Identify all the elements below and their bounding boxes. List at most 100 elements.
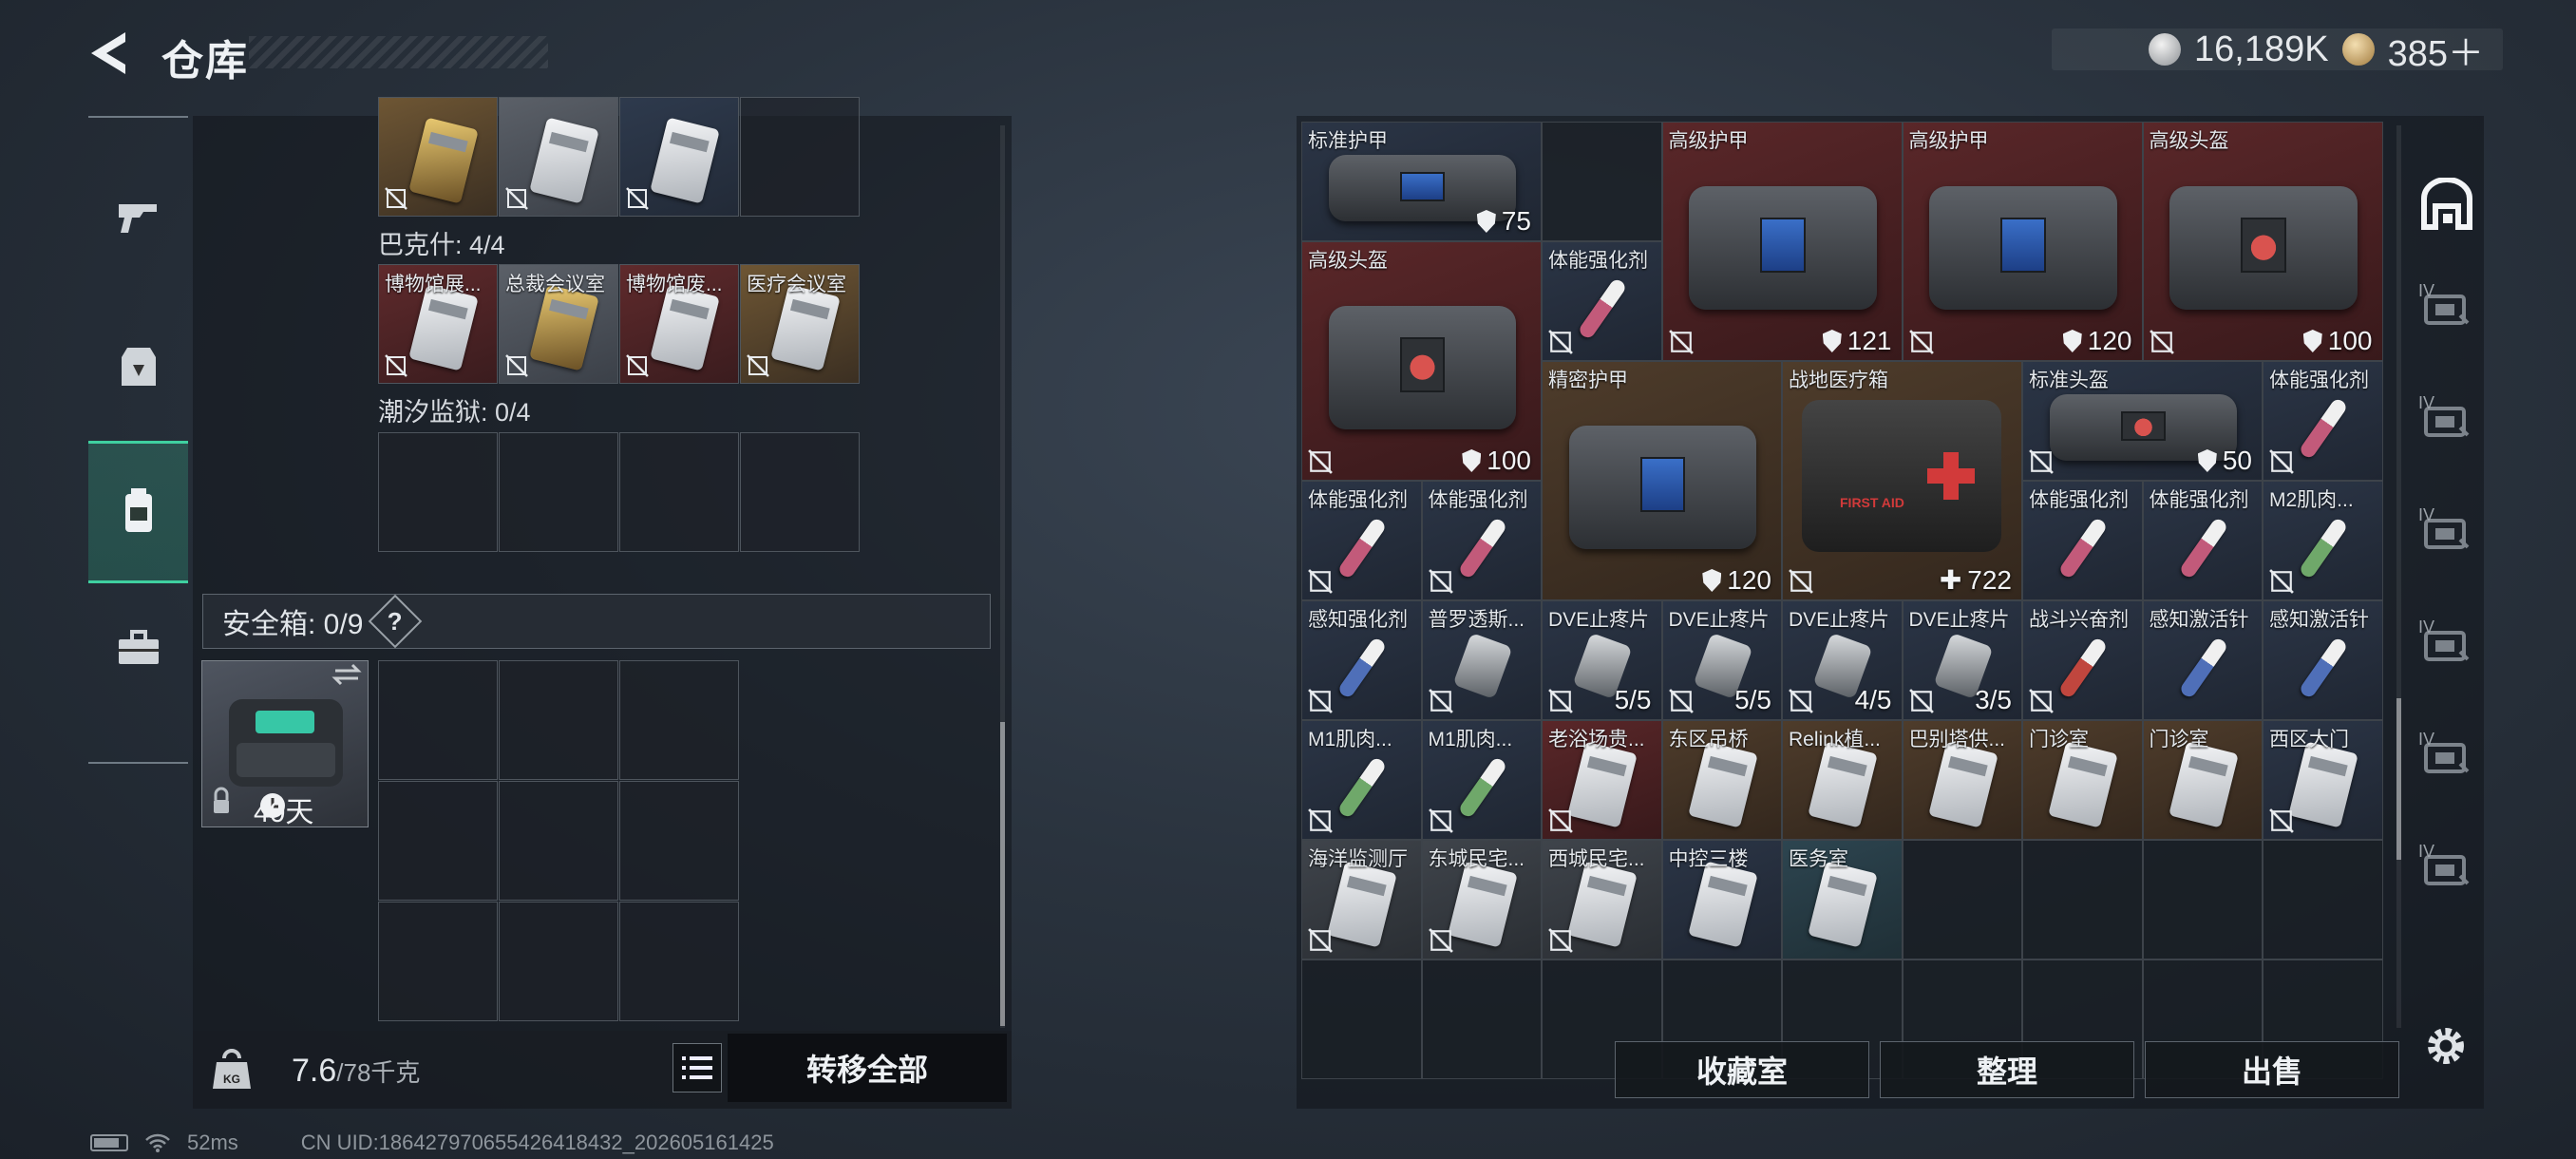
storage-item[interactable]: DVE止疼片 5/5 (1542, 600, 1662, 720)
storage-item[interactable]: 标准头盔 50 (2022, 361, 2263, 481)
storage-item[interactable]: 中控三楼 (1661, 840, 1782, 960)
nav-weapons[interactable] (88, 165, 188, 270)
right-scrollbar-thumb[interactable] (2396, 698, 2401, 860)
empty-slot[interactable] (499, 432, 618, 552)
storage-item[interactable]: 东城民宅... (1421, 840, 1542, 960)
storage-item[interactable]: 体能强化剂 (1301, 481, 1422, 600)
safebox-slot[interactable] (378, 781, 498, 901)
no-insure-icon (2029, 689, 2054, 713)
safebox-slot[interactable] (619, 902, 739, 1021)
nav-backpack[interactable] (88, 441, 188, 583)
right-scrollbar-track[interactable] (2396, 125, 2401, 1028)
storage-item[interactable]: M1肌肉... (1421, 720, 1542, 840)
left-scrollbar-thumb[interactable] (1000, 722, 1005, 1026)
sell-button[interactable]: 出售 (2145, 1041, 2399, 1098)
nav-armor[interactable] (88, 317, 188, 422)
storage-item[interactable]: 医务室 (1782, 840, 1903, 960)
storage-item[interactable]: 巴别塔供... (1902, 720, 2022, 840)
storage-item[interactable]: 体能强化剂 (2022, 481, 2143, 600)
list-view-button[interactable] (672, 1043, 722, 1092)
storage-item[interactable]: 感知激活针 (2263, 600, 2383, 720)
sort-button[interactable]: 整理 (1880, 1041, 2134, 1098)
storage-item[interactable]: 体能强化剂 (2142, 481, 2263, 600)
slot-label: 博物馆废... (626, 274, 723, 295)
empty-slot[interactable] (740, 432, 860, 552)
collection-room-button[interactable]: 收藏室 (1615, 1041, 1869, 1098)
storage-main-tab[interactable] (2413, 162, 2481, 247)
storage-item[interactable]: 东区吊桥 (1661, 720, 1782, 840)
storage-item[interactable]: 高级头盔 100 (1301, 241, 1542, 481)
storage-item[interactable]: 老浴场贵... (1542, 720, 1662, 840)
storage-item[interactable]: 体能强化剂 (1542, 241, 1662, 361)
storage-item[interactable]: Relink植... (1782, 720, 1903, 840)
item-label: 巴别塔供... (1908, 729, 2006, 750)
storage-item[interactable]: DVE止疼片 4/5 (1782, 600, 1903, 720)
empty-storage-cell[interactable] (2022, 840, 2143, 960)
storage-item[interactable]: DVE止疼片 3/5 (1902, 600, 2022, 720)
storage-item[interactable]: 普罗透斯... (1421, 600, 1542, 720)
keycard-slot[interactable] (499, 97, 618, 217)
storage-item[interactable]: 高级护甲 120 (1902, 122, 2143, 361)
storage-tab-2[interactable]: IV (2413, 378, 2481, 464)
settings-gear-icon[interactable] (2424, 1024, 2468, 1068)
storage-item[interactable]: 门诊室 (2022, 720, 2143, 840)
storage-item[interactable]: 西城民宅... (1542, 840, 1662, 960)
storage-item[interactable]: 西区大门 (2263, 720, 2383, 840)
empty-storage-cell[interactable] (1542, 122, 1662, 241)
storage-tab-3[interactable]: IV (2413, 490, 2481, 576)
transfer-all-button[interactable]: 转移全部 (728, 1034, 1007, 1102)
safebox-slot[interactable] (499, 902, 618, 1021)
keycard-slot[interactable]: 博物馆废... (619, 264, 739, 384)
storage-item[interactable]: 高级头盔 100 (2142, 122, 2383, 361)
safebox-slot[interactable] (619, 660, 739, 780)
storage-item[interactable]: FIRST AID 战地医疗箱 ✚ 722 (1782, 361, 2022, 600)
storage-item[interactable]: 精密护甲 120 (1542, 361, 1782, 600)
storage-tab-6[interactable]: IV (2413, 826, 2481, 912)
keycard-slot[interactable]: 医疗会议室 (740, 264, 860, 384)
storage-item[interactable]: 标准护甲 75 (1301, 122, 1542, 241)
keycard-slot[interactable] (740, 97, 860, 217)
safebox-slot[interactable] (619, 781, 739, 901)
empty-storage-cell[interactable] (1421, 960, 1542, 1079)
storage-item[interactable]: 海洋监测厅 (1301, 840, 1422, 960)
storage-item[interactable]: 感知激活针 (2142, 600, 2263, 720)
storage-item[interactable]: 体能强化剂 (2263, 361, 2383, 481)
keycard-slot[interactable]: 博物馆展... (378, 264, 498, 384)
storage-item[interactable]: M1肌肉... (1301, 720, 1422, 840)
no-insure-icon (2029, 449, 2054, 474)
keycard-slot[interactable]: 总裁会议室 (499, 264, 618, 384)
safebox-slot[interactable] (499, 781, 618, 901)
back-button[interactable] (87, 28, 133, 78)
empty-storage-cell[interactable] (1902, 840, 2022, 960)
item-value-text: 4/5 (1854, 685, 1892, 714)
gold-amount[interactable]: 385＋ (2388, 24, 2484, 76)
help-icon[interactable]: ? (369, 594, 423, 649)
storage-item[interactable]: M2肌肉... (2263, 481, 2383, 600)
no-insure-icon (2149, 330, 2174, 354)
nav-toolbox[interactable] (88, 598, 188, 702)
storage-item[interactable]: DVE止疼片 5/5 (1661, 600, 1782, 720)
storage-tab-4[interactable]: IV (2413, 602, 2481, 688)
no-insure-icon (1428, 808, 1453, 833)
empty-storage-cell[interactable] (1301, 960, 1422, 1079)
storage-item[interactable]: 门诊室 (2142, 720, 2263, 840)
empty-storage-cell[interactable] (2263, 840, 2383, 960)
keycard-slot[interactable] (619, 97, 739, 217)
safebox-slot[interactable] (378, 902, 498, 1021)
no-insure-icon (2269, 808, 2294, 833)
storage-tab-1[interactable]: IV (2413, 266, 2481, 352)
storage-tab-5[interactable]: IV (2413, 714, 2481, 800)
empty-slot[interactable] (619, 432, 739, 552)
storage-item[interactable]: 战斗兴奋剂 (2022, 600, 2143, 720)
syringe-icon (1457, 755, 1508, 820)
storage-item[interactable]: 感知强化剂 (1301, 600, 1422, 720)
safebox-slot[interactable] (378, 660, 498, 780)
safebox-days: 40天 (254, 797, 314, 828)
list-icon (682, 1056, 712, 1079)
keycard-slot[interactable] (378, 97, 498, 217)
storage-item[interactable]: 高级护甲 121 (1661, 122, 1903, 361)
safebox-slot[interactable] (499, 660, 618, 780)
empty-slot[interactable] (378, 432, 498, 552)
empty-storage-cell[interactable] (2142, 840, 2263, 960)
storage-item[interactable]: 体能强化剂 (1421, 481, 1542, 600)
